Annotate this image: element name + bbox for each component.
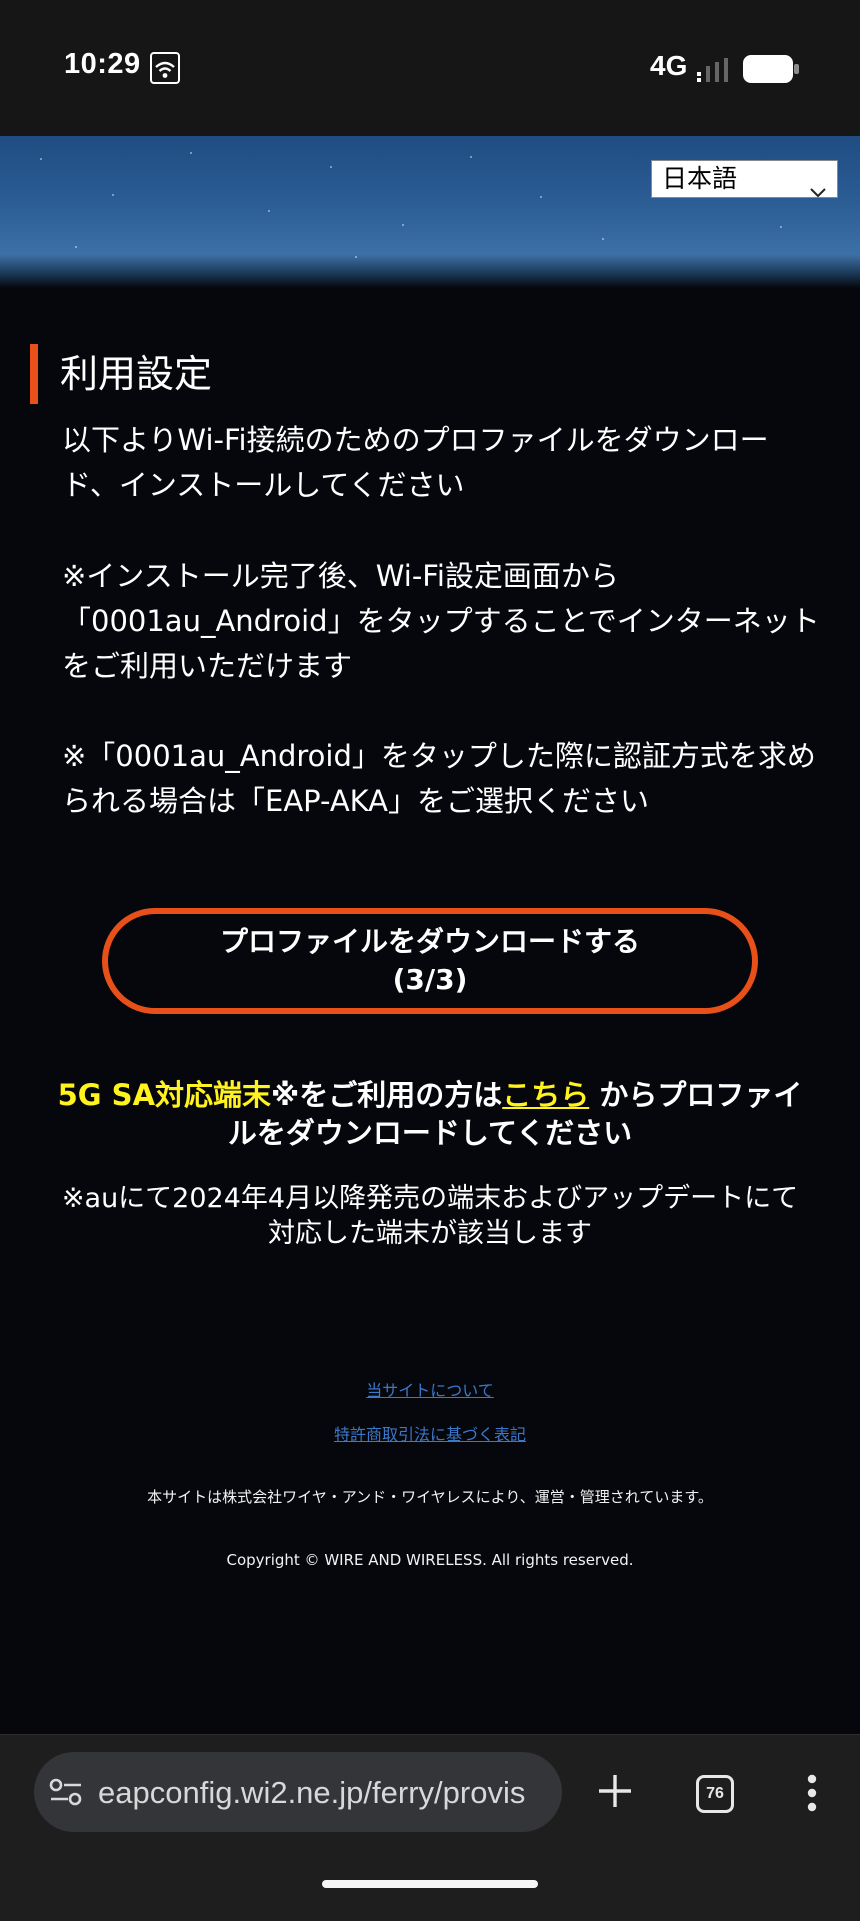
download-profile-button[interactable]: プロファイルをダウンロードする (3/3) (102, 908, 758, 1014)
signal-icon (697, 58, 733, 88)
install-note: ※インストール完了後、Wi-Fi設定画面から「0001au_Android」をタ… (62, 559, 820, 683)
header-banner (0, 136, 860, 288)
wifi-icon (150, 52, 180, 88)
network-type-label: 4G (650, 50, 688, 81)
section-heading: 利用設定 (30, 343, 212, 404)
tune-icon[interactable] (48, 1776, 84, 1812)
language-select-value: 日本語 (662, 164, 738, 193)
sa-notice-text-1: ※をご利用の方は (271, 1078, 503, 1112)
about-site-link[interactable]: 当サイトについて (0, 1377, 860, 1401)
intro-text: 以下よりWi-Fi接続のためのプロファイルをダウンロード、インストールしてくださ… (62, 423, 769, 502)
plus-icon[interactable] (596, 1772, 634, 1814)
copyright: Copyright © WIRE AND WIRELESS. All right… (226, 1551, 634, 1569)
download-button-progress: (3/3) (392, 963, 468, 996)
sa-device-notice: 5G SA対応端末※をご利用の方はこちら からプロファイルをダウンロードしてくだ… (55, 1076, 805, 1152)
tabs-icon[interactable]: 76 (696, 1775, 734, 1813)
home-indicator[interactable] (322, 1880, 538, 1888)
commerce-law-link[interactable]: 特許商取引法に基づく表記 (0, 1421, 860, 1445)
auth-method-note: ※「0001au_Android」をタップした際に認証方式を求められる場合は「E… (62, 739, 816, 818)
battery-icon (742, 54, 800, 88)
sa-download-link[interactable]: こちら (502, 1078, 589, 1112)
status-bar: 10:29 4G (0, 0, 860, 136)
download-button-label: プロファイルをダウンロードする (219, 925, 640, 958)
chevron-down-icon (809, 173, 827, 209)
url-text[interactable]: eapconfig.wi2.ne.jp/ferry/provis (98, 1771, 546, 1815)
status-time: 10:29 (64, 48, 141, 80)
language-select[interactable]: 日本語 (651, 160, 838, 198)
sa-device-subnote: ※auにて2024年4月以降発売の端末およびアップデートにて対応した端末が該当し… (61, 1183, 799, 1249)
operator-statement: 本サイトは株式会社ワイヤ・アンド・ワイヤレスにより、運営・管理されています。 (147, 1488, 713, 1506)
more-vert-icon[interactable] (806, 1773, 818, 1817)
sa-device-label: 5G SA対応端末 (57, 1078, 272, 1112)
